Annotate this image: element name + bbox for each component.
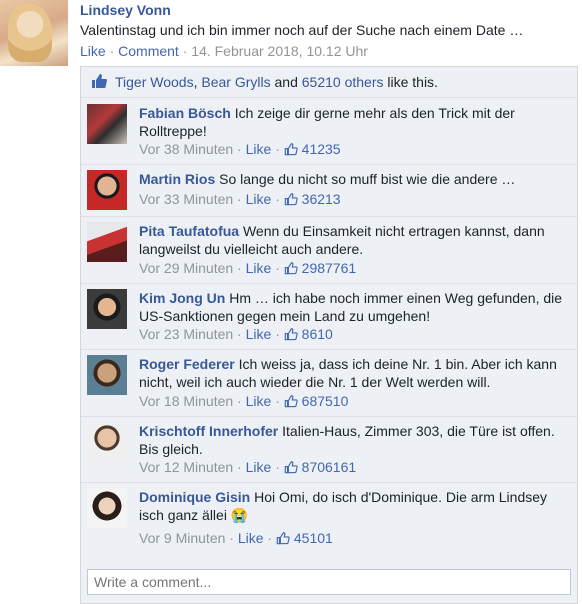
- comment-meta: Vor 23 Minuten · Like · 8610: [139, 326, 333, 342]
- post-meta: Like · Comment · 14. Februar 2018, 10.12…: [80, 43, 368, 59]
- comment-meta: Vor 9 Minuten · Like · 45101: [139, 530, 333, 546]
- comment-author[interactable]: Dominique Gisin: [139, 489, 250, 505]
- comment-time[interactable]: Vor 23 Minuten: [139, 326, 233, 342]
- post-avatar[interactable]: [0, 0, 68, 66]
- comment-meta: Vor 12 Minuten · Like · 8706161: [139, 459, 357, 475]
- thumbs-up-icon: [284, 193, 298, 206]
- likes-suffix: like this.: [383, 74, 438, 90]
- comment-like-link[interactable]: Like: [246, 393, 272, 409]
- avatar[interactable]: [87, 488, 127, 528]
- comment-body: Kim Jong Un Hm … ich habe noch immer ein…: [139, 289, 569, 325]
- comment-author[interactable]: Krischtoff Innerhofer: [139, 423, 278, 439]
- comment-meta: Vor 33 Minuten · Like · 36213: [139, 191, 341, 207]
- comment-like-count[interactable]: 8706161: [302, 459, 357, 475]
- comment-meta: Vor 18 Minuten · Like · 687510: [139, 393, 349, 409]
- comment-like-count[interactable]: 36213: [302, 191, 341, 207]
- comment-time[interactable]: Vor 33 Minuten: [139, 191, 233, 207]
- comment-meta: Vor 29 Minuten · Like · 2987761: [139, 260, 357, 276]
- comment-like-count[interactable]: 687510: [302, 393, 349, 409]
- comment-like-link[interactable]: Like: [246, 459, 272, 475]
- thumbs-up-icon: [284, 461, 298, 474]
- thumbs-up-icon: [284, 143, 298, 156]
- comment-like-link[interactable]: Like: [238, 530, 264, 546]
- thumbs-up-icon: [276, 532, 290, 545]
- liker-link[interactable]: Tiger Woods: [115, 74, 194, 90]
- likes-others-link[interactable]: 65210 others: [302, 74, 384, 90]
- comment: Krischtoff Innerhofer Italien-Haus, Zimm…: [81, 416, 577, 483]
- comment-body: Martin Rios So lange du nicht so muff bi…: [139, 170, 569, 188]
- thumbs-up-icon: [284, 262, 298, 275]
- comment-meta: Vor 38 Minuten · Like · 41235: [139, 141, 341, 157]
- comment-text: So lange du nicht so muff bist wie die a…: [219, 171, 516, 187]
- comments-panel: Tiger Woods, Bear Grylls and 65210 other…: [80, 66, 578, 604]
- comment-like-link[interactable]: Like: [246, 191, 272, 207]
- post-text: Valentinstag und ich bin immer noch auf …: [80, 22, 524, 38]
- comment-author[interactable]: Fabian Bösch: [139, 105, 231, 121]
- post-author[interactable]: Lindsey Vonn: [80, 2, 171, 18]
- post-like-link[interactable]: Like: [80, 43, 106, 59]
- comment: Martin Rios So lange du nicht so muff bi…: [81, 164, 577, 217]
- comment-author[interactable]: Martin Rios: [139, 171, 215, 187]
- post-meta-separator: ·: [105, 43, 119, 59]
- comment-author[interactable]: Pita Taufatofua: [139, 223, 239, 239]
- comment-like-count[interactable]: 45101: [294, 530, 333, 546]
- avatar[interactable]: [87, 222, 127, 262]
- comment-body: Krischtoff Innerhofer Italien-Haus, Zimm…: [139, 422, 569, 458]
- comment-like-link[interactable]: Like: [246, 260, 272, 276]
- avatar[interactable]: [87, 289, 127, 329]
- likes-and: and: [270, 74, 302, 90]
- post-comment-link[interactable]: Comment: [118, 43, 179, 59]
- comment: Kim Jong Un Hm … ich habe noch immer ein…: [81, 283, 577, 350]
- comment-like-count[interactable]: 8610: [302, 326, 333, 342]
- thumbs-up-icon: [284, 328, 298, 341]
- comment: Pita Taufatofua Wenn du Einsamkeit nicht…: [81, 216, 577, 284]
- likes-summary: Tiger Woods, Bear Grylls and 65210 other…: [81, 67, 577, 98]
- comment-input[interactable]: [87, 569, 571, 595]
- comment-like-link[interactable]: Like: [246, 326, 272, 342]
- comment-time[interactable]: Vor 18 Minuten: [139, 393, 233, 409]
- thumbs-up-icon: [92, 74, 107, 88]
- liker-link[interactable]: Bear Grylls: [201, 74, 270, 90]
- comment-like-count[interactable]: 41235: [302, 141, 341, 157]
- post-meta-separator: ·: [178, 43, 192, 59]
- avatar[interactable]: [87, 104, 127, 144]
- comment-time[interactable]: Vor 12 Minuten: [139, 459, 233, 475]
- comment: Fabian Bösch Ich zeige dir gerne mehr al…: [81, 98, 577, 165]
- comment: Dominique Gisin Hoi Omi, do isch d'Domin…: [81, 482, 577, 561]
- comment-like-count[interactable]: 2987761: [302, 260, 357, 276]
- comment-body: Pita Taufatofua Wenn du Einsamkeit nicht…: [139, 222, 569, 258]
- thumbs-up-icon: [284, 395, 298, 408]
- comment-like-link[interactable]: Like: [246, 141, 272, 157]
- avatar[interactable]: [87, 355, 127, 395]
- comment-time[interactable]: Vor 38 Minuten: [139, 141, 233, 157]
- comment-body: Fabian Bösch Ich zeige dir gerne mehr al…: [139, 104, 569, 140]
- comment-time[interactable]: Vor 9 Minuten: [139, 530, 225, 546]
- avatar[interactable]: [87, 422, 127, 462]
- comment-author[interactable]: Roger Federer: [139, 356, 235, 372]
- comment-body: Roger Federer Ich weiss ja, dass ich dei…: [139, 355, 569, 391]
- comment-author[interactable]: Kim Jong Un: [139, 290, 225, 306]
- avatar[interactable]: [87, 170, 127, 210]
- comment: Roger Federer Ich weiss ja, dass ich dei…: [81, 349, 577, 417]
- comment-time[interactable]: Vor 29 Minuten: [139, 260, 233, 276]
- comment-body: Dominique Gisin Hoi Omi, do isch d'Domin…: [139, 488, 569, 524]
- post-timestamp[interactable]: 14. Februar 2018, 10.12 Uhr: [191, 43, 368, 59]
